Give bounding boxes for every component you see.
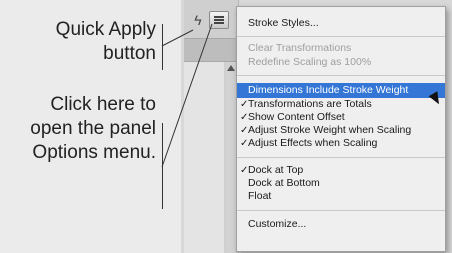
menu-item-adjust-stroke-weight[interactable]: ✓ Adjust Stroke Weight when Scaling [237,124,445,137]
menu-separator [237,75,445,76]
scroll-up-arrow-icon[interactable] [227,65,235,71]
callout-bracket [161,123,163,209]
menu-item-dock-top[interactable]: ✓ Dock at Top [237,164,445,177]
menu-item-transformations-totals[interactable]: ✓ Transformations are Totals [237,98,445,111]
menu-item-redefine-scaling: Redefine Scaling as 100% [248,56,372,68]
panel-tab-bar [184,38,238,62]
options-menu-callout: Click here to open the panel Options men… [30,94,156,163]
menu-item-clear-transformations: Clear Transformations [248,42,352,54]
quick-apply-callout: Quick Apply button [55,19,156,64]
menu-item-stroke-styles[interactable]: Stroke Styles... [237,17,445,30]
panel-options-button[interactable] [209,11,229,29]
menu-separator [237,157,445,158]
menu-separator [237,210,445,211]
lightning-icon: ϟ [194,12,202,28]
menu-item-adjust-effects[interactable]: ✓ Adjust Effects when Scaling [237,137,445,150]
menu-separator [237,36,445,37]
panel-scrollbar[interactable] [226,62,236,253]
menu-item-float[interactable]: Float [237,190,445,203]
quick-apply-button[interactable]: ϟ [191,11,205,29]
menu-item-show-content-offset[interactable]: ✓ Show Content Offset [237,111,445,124]
callout-bracket [161,24,163,70]
panel-options-icon [214,16,224,24]
menu-item-dock-bottom[interactable]: Dock at Bottom [237,177,445,190]
menu-item-dimensions-include-stroke[interactable]: Dimensions Include Stroke Weight [237,83,445,98]
panel-options-menu: Stroke Styles... Clear Transformations R… [236,6,446,252]
menu-item-customize[interactable]: Customize... [237,218,445,231]
panel-body [184,62,224,253]
